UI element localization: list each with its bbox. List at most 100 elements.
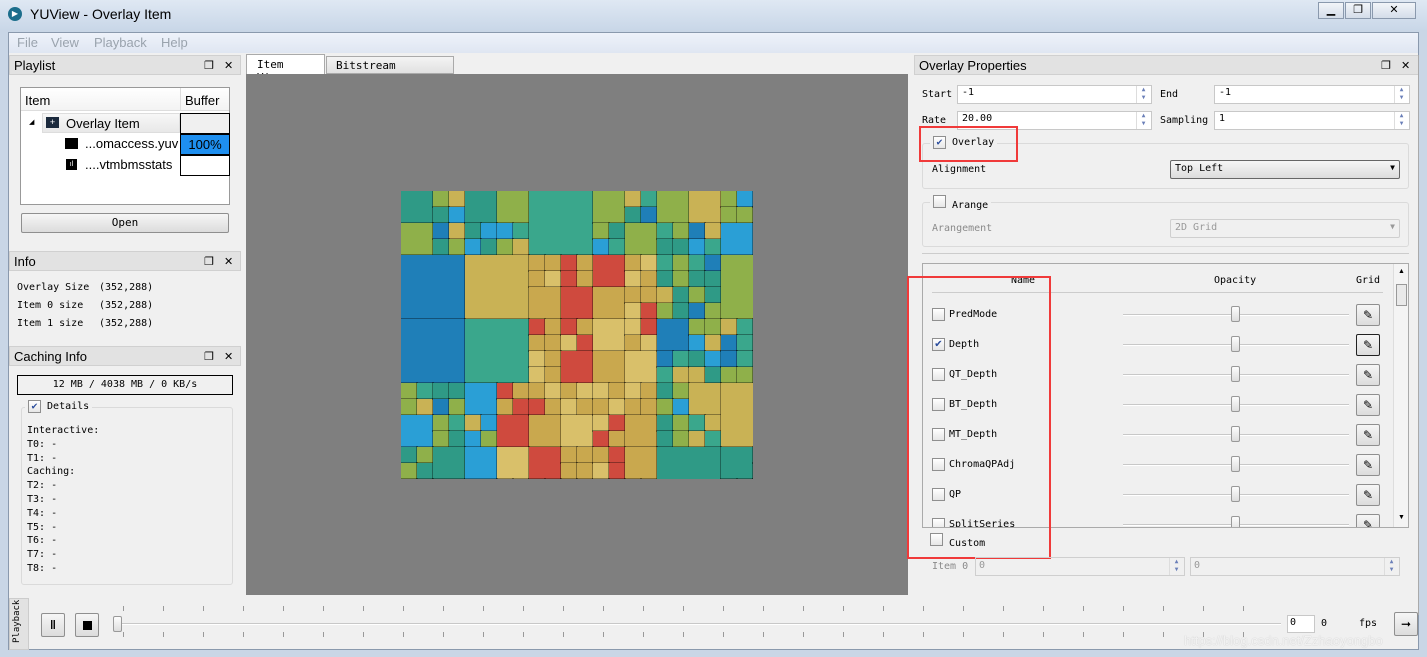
opacity-handle[interactable] bbox=[1231, 306, 1240, 322]
scroll-down-icon[interactable]: ▼ bbox=[1398, 514, 1405, 521]
tab-bitstream-analysis[interactable]: Bitstream Analysis bbox=[326, 56, 454, 85]
close-icon[interactable]: ✕ bbox=[1401, 59, 1410, 72]
next-button[interactable]: ➞ bbox=[1394, 612, 1418, 636]
opacity-handle[interactable] bbox=[1231, 456, 1240, 472]
menu-playback[interactable]: Playback bbox=[94, 35, 147, 50]
stop-button[interactable] bbox=[75, 613, 99, 637]
scroll-up-icon[interactable]: ▲ bbox=[1398, 268, 1405, 275]
slider-tick bbox=[643, 632, 644, 637]
overlay-block bbox=[720, 446, 753, 479]
spin-arrows-icon[interactable]: ▲ ▼ bbox=[1394, 86, 1408, 103]
tab-item-view[interactable]: Item View bbox=[246, 54, 325, 84]
opacity-handle[interactable] bbox=[1231, 336, 1240, 352]
scroll-thumb[interactable] bbox=[1396, 284, 1407, 306]
overlay-block bbox=[448, 398, 466, 416]
grid-pencil-button[interactable]: ✎ bbox=[1356, 364, 1380, 386]
menu-help[interactable]: Help bbox=[161, 35, 188, 50]
info-list: Overlay Size (352,288) Item 0 size (352,28… bbox=[17, 279, 153, 333]
opacity-handle[interactable] bbox=[1231, 366, 1240, 382]
frame-slider[interactable] bbox=[113, 604, 1281, 646]
grid-pencil-button[interactable]: ✎ bbox=[1356, 484, 1380, 506]
overlay-block bbox=[624, 334, 642, 352]
details-checkbox[interactable]: ✔ Details bbox=[25, 400, 93, 413]
overlay-block bbox=[448, 414, 466, 432]
grid-pencil-button[interactable]: ✎ bbox=[1356, 304, 1380, 326]
spin-arrows-icon[interactable]: ▲ ▼ bbox=[1136, 86, 1150, 103]
opacity-handle[interactable] bbox=[1231, 486, 1240, 502]
grid-pencil-button[interactable]: ✎ bbox=[1356, 514, 1380, 527]
pause-button[interactable]: ‖ bbox=[41, 613, 65, 637]
overlay-block bbox=[592, 462, 610, 479]
checkbox-unchecked-icon[interactable] bbox=[933, 195, 946, 208]
overlay-block bbox=[608, 238, 626, 256]
overlay-block bbox=[592, 350, 626, 384]
close-icon[interactable]: ✕ bbox=[224, 255, 233, 268]
highlight-box bbox=[919, 126, 1018, 162]
slider-tick bbox=[283, 632, 284, 637]
grid-pencil-button[interactable]: ✎ bbox=[1356, 424, 1380, 446]
open-button[interactable]: Open bbox=[21, 213, 229, 233]
spin-arrows-icon[interactable]: ▲ ▼ bbox=[1394, 112, 1408, 129]
slider-handle[interactable] bbox=[113, 616, 122, 632]
expand-arrow-icon[interactable]: ◢ bbox=[29, 118, 34, 126]
checkbox-checked-icon[interactable]: ✔ bbox=[28, 400, 41, 413]
item0-spinbox[interactable]: 0 ▲ ▼ bbox=[975, 557, 1185, 576]
cache-line: T0: - bbox=[27, 438, 58, 450]
custom-checkbox[interactable]: Custom bbox=[930, 533, 985, 549]
main-window: File View Playback Help Playlist ❐ ✕ Ite… bbox=[8, 32, 1419, 650]
float-icon[interactable]: ❐ bbox=[204, 350, 214, 363]
spin-arrows-icon[interactable]: ▲ ▼ bbox=[1169, 558, 1183, 575]
grid-pencil-button[interactable]: ✎ bbox=[1356, 334, 1380, 356]
grid-pencil-button[interactable]: ✎ bbox=[1356, 454, 1380, 476]
tree-row-overlay-item[interactable]: + Overlay Item bbox=[42, 113, 180, 133]
overlay-block bbox=[720, 206, 738, 224]
menu-view[interactable]: View bbox=[51, 35, 79, 50]
sampling-spinbox[interactable]: 1 ▲ ▼ bbox=[1214, 111, 1410, 130]
item-name[interactable]: ...omaccess.yuv bbox=[85, 136, 178, 151]
overlay-block bbox=[656, 398, 674, 416]
opacity-handle[interactable] bbox=[1231, 516, 1240, 527]
playlist-tree[interactable]: Item Buffer ◢ + Overlay Item ...omaccess… bbox=[20, 87, 230, 205]
overlay-block bbox=[496, 398, 514, 416]
overlay-block bbox=[464, 191, 498, 224]
end-spinbox[interactable]: -1 ▲ ▼ bbox=[1214, 85, 1410, 104]
arange-checkbox[interactable]: Arange bbox=[930, 195, 992, 211]
close-icon[interactable]: ✕ bbox=[224, 350, 233, 363]
overlay-block bbox=[720, 254, 753, 320]
checkbox-unchecked-icon[interactable] bbox=[930, 533, 943, 546]
slider-tick bbox=[123, 606, 124, 611]
playback-dock-tab[interactable]: Playback bbox=[9, 598, 29, 650]
menu-file[interactable]: File bbox=[17, 35, 38, 50]
float-icon[interactable]: ❐ bbox=[1381, 59, 1391, 72]
overlay-block bbox=[528, 366, 546, 384]
spin-arrows-icon[interactable]: ▲ ▼ bbox=[1136, 112, 1150, 129]
opacity-handle[interactable] bbox=[1231, 396, 1240, 412]
item1-spinbox[interactable]: 0 ▲ ▼ bbox=[1190, 557, 1400, 576]
overlay-block bbox=[416, 382, 434, 400]
overlay-block bbox=[512, 222, 530, 240]
arrangement-dropdown[interactable]: 2D Grid ▼ bbox=[1170, 219, 1400, 238]
frame-spinbox[interactable]: 0 bbox=[1287, 615, 1315, 633]
slider-tick bbox=[163, 632, 164, 637]
close-icon[interactable]: ✕ bbox=[224, 59, 233, 72]
overlay-block bbox=[401, 414, 434, 448]
end-value: -1 bbox=[1219, 87, 1232, 98]
restore-button[interactable]: ❐ bbox=[1345, 2, 1371, 19]
minimize-button[interactable]: ▁ bbox=[1318, 2, 1344, 19]
spin-arrows-icon[interactable]: ▲ ▼ bbox=[1384, 558, 1398, 575]
item-name[interactable]: ....vtmbmsstats bbox=[85, 157, 172, 172]
overlay-block bbox=[592, 318, 626, 352]
item-view-canvas[interactable] bbox=[246, 74, 908, 595]
overlay-block bbox=[656, 318, 690, 352]
float-icon[interactable]: ❐ bbox=[204, 59, 214, 72]
opacity-handle[interactable] bbox=[1231, 426, 1240, 442]
scrollbar[interactable]: ▲ ▼ bbox=[1393, 264, 1408, 527]
overlay-block bbox=[592, 191, 626, 224]
start-spinbox[interactable]: -1 ▲ ▼ bbox=[957, 85, 1152, 104]
close-button[interactable]: ✕ bbox=[1372, 2, 1416, 19]
overlay-block bbox=[560, 462, 578, 479]
alignment-dropdown[interactable]: Top Left ▼ bbox=[1170, 160, 1400, 179]
grid-pencil-button[interactable]: ✎ bbox=[1356, 394, 1380, 416]
float-icon[interactable]: ❐ bbox=[204, 255, 214, 268]
overlay-block bbox=[544, 318, 562, 336]
